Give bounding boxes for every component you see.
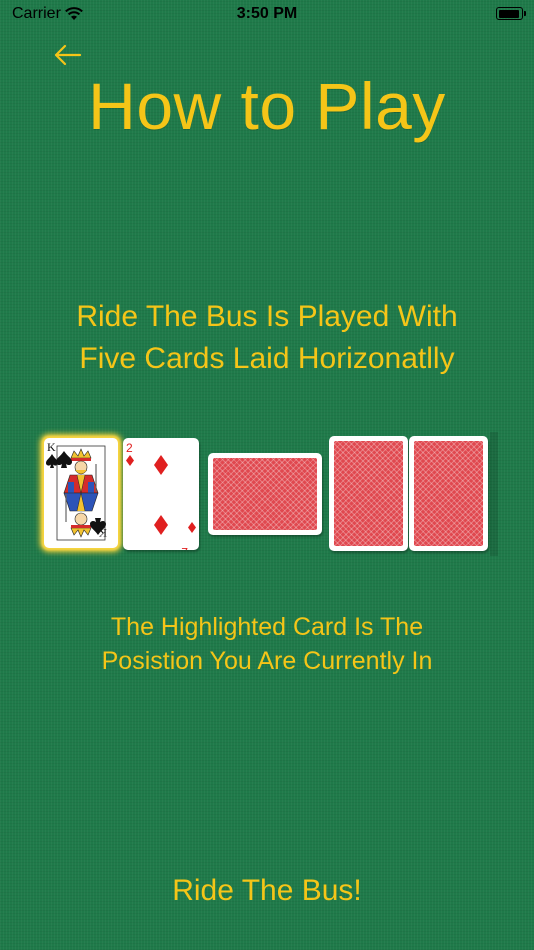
card-back-pattern <box>334 441 403 546</box>
card-2-two-of-diamonds: 2 2 <box>123 438 199 550</box>
card-4-face-down <box>329 436 408 551</box>
intro-line-2: Five Cards Laid Horizonatlly <box>79 342 455 375</box>
svg-text:K: K <box>98 526 107 540</box>
card-3-face-down <box>208 453 322 535</box>
battery-icon <box>496 7 526 20</box>
intro-text: Ride The Bus Is Played With Five Cards L… <box>20 296 514 380</box>
card-back-pattern <box>414 441 483 546</box>
arrow-left-icon <box>54 44 82 66</box>
back-button[interactable] <box>52 42 84 68</box>
ride-the-bus-button[interactable]: Ride The Bus! <box>117 868 417 914</box>
card-1-king-of-spades: K K <box>44 438 118 548</box>
hint-line-1: The Highlighted Card Is The <box>110 613 424 641</box>
status-bar: Carrier 3:50 PM <box>0 0 534 30</box>
card-row: K K 2 <box>38 432 498 556</box>
hint-line-2: Posistion You Are Currently In <box>101 647 433 675</box>
page-title: How to Play <box>88 69 446 143</box>
hint-text: The Highlighted Card Is The Posistion Yo… <box>30 610 504 678</box>
card-back-pattern <box>213 458 317 530</box>
card-rank-label: K <box>47 440 56 454</box>
card-rank-label: 2 <box>126 441 133 455</box>
svg-text:2: 2 <box>181 545 188 550</box>
intro-line-1: Ride The Bus Is Played With <box>76 300 458 333</box>
clock: 3:50 PM <box>236 5 298 22</box>
card-5-face-down <box>409 436 488 551</box>
